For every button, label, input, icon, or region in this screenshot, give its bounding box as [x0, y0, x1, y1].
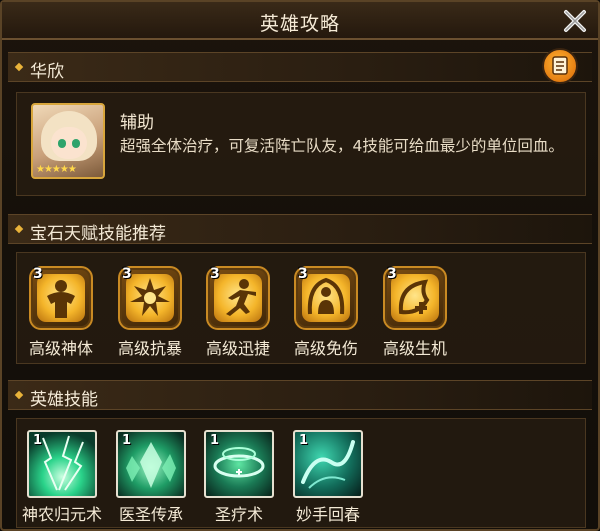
- skill-shengliao[interactable]: 1: [204, 430, 274, 498]
- close-button[interactable]: [560, 6, 590, 36]
- bullet-icon: [14, 224, 24, 234]
- star-rating: ★★★★★: [36, 164, 77, 175]
- hero-guide-window: 英雄攻略 华欣 ★★★★★ 辅助 超强全体治疗，可复活阵亡队友，4技能可给血最少…: [0, 0, 600, 531]
- gem-level: 3: [387, 266, 397, 282]
- gem-level: 3: [33, 266, 43, 282]
- muscle-man-icon: [47, 280, 75, 318]
- portrait-eye: [58, 139, 66, 148]
- window-title: 英雄攻略: [259, 13, 340, 35]
- hero-description: 超强全体治疗，可复活阵亡队友，4技能可给血最少的单位回血。: [120, 137, 564, 155]
- skill-level: 1: [210, 433, 220, 448]
- hero-portrait[interactable]: ★★★★★: [31, 103, 105, 179]
- gem-skill-shengji[interactable]: 3: [383, 266, 447, 330]
- title-bar: 英雄攻略: [2, 2, 598, 40]
- gem-label: 高级迅捷: [205, 339, 270, 358]
- skill-label: 神农归元术: [21, 505, 102, 524]
- running-figure-icon: [226, 279, 256, 316]
- gem-level: 3: [122, 266, 132, 282]
- hero-skills-header: 英雄技能: [8, 380, 592, 410]
- gem-skill-kangbao[interactable]: 3: [118, 266, 182, 330]
- burst-shield-icon: [130, 278, 170, 316]
- skill-label: 医圣传承: [118, 505, 183, 524]
- hero-skills-title: 英雄技能: [30, 390, 98, 410]
- gem-talent-header: 宝石天赋技能推荐: [8, 214, 592, 244]
- skill-miaoshou-huichun[interactable]: 1: [293, 430, 363, 498]
- gem-talent-title: 宝石天赋技能推荐: [30, 224, 166, 244]
- gem-level: 3: [210, 266, 220, 282]
- skill-yisheng-chuancheng[interactable]: 1: [116, 430, 186, 498]
- close-icon: [564, 10, 586, 32]
- gem-skill-mianshang[interactable]: 3: [294, 266, 358, 330]
- gem-label: 高级免伤: [293, 339, 358, 358]
- leaf-cross-icon: [398, 279, 430, 315]
- portrait-face: [51, 127, 87, 159]
- hero-name: 华欣: [30, 62, 64, 82]
- hero-info-panel: ★★★★★ 辅助 超强全体治疗，可复活阵亡队友，4技能可给血最少的单位回血。: [16, 92, 586, 196]
- shielded-figure-icon: [307, 277, 345, 315]
- hero-name-header: 华欣: [8, 52, 592, 82]
- hero-role: 辅助: [120, 113, 154, 133]
- skill-level: 1: [299, 433, 309, 448]
- gem-skill-xunjie[interactable]: 3: [206, 266, 270, 330]
- gem-level: 3: [298, 266, 308, 282]
- gem-skill-shenti[interactable]: 3: [29, 266, 93, 330]
- skill-shennong-guiyuan[interactable]: 1: [27, 430, 97, 498]
- skill-label: 妙手回春: [295, 505, 360, 524]
- bullet-icon: [14, 62, 24, 72]
- notes-button[interactable]: [542, 48, 578, 84]
- skill-level: 1: [33, 433, 43, 448]
- skill-level: 1: [122, 433, 132, 448]
- gem-label: 高级神体: [28, 339, 93, 358]
- gem-label: 高级抗暴: [117, 339, 182, 358]
- gem-label: 高级生机: [382, 339, 447, 358]
- bullet-icon: [14, 390, 24, 400]
- portrait-eye: [72, 139, 80, 148]
- notes-icon: [552, 56, 568, 75]
- skill-label: 圣疗术: [214, 505, 263, 524]
